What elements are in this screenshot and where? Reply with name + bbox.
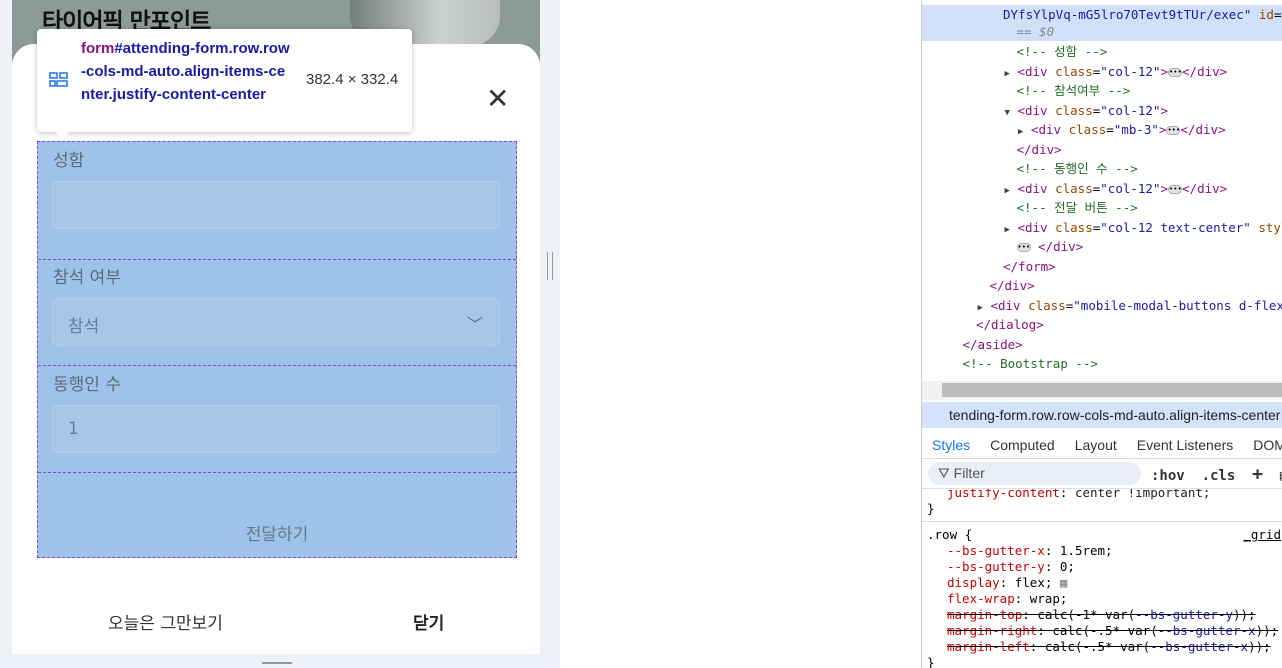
cls-button[interactable]: .cls <box>1202 468 1236 484</box>
bottom-resize-handle[interactable] <box>262 662 292 664</box>
inspect-tooltip: form#attending-form.row.row-cols-md-auto… <box>37 29 412 132</box>
style-source-link[interactable]: _grid <box>1243 527 1281 543</box>
styles-toolbar: :hov .cls + ▤ <box>1151 464 1282 485</box>
expand-toggle-icon[interactable]: ▶ <box>1005 69 1010 79</box>
tooltip-selector: form#attending-form.row.row-cols-md-auto… <box>81 37 293 106</box>
expand-toggle-icon[interactable]: ▶ <box>1005 186 1010 196</box>
resize-handle[interactable] <box>547 252 553 280</box>
filter-placeholder: Filter <box>953 465 985 481</box>
rule-divider <box>922 521 1282 522</box>
styles-pane: justify-content: center !important;} .row… <box>922 488 1282 668</box>
attend-value: 참석 <box>68 317 100 337</box>
chevron-down-icon: ﹀ <box>466 315 483 334</box>
name-input[interactable] <box>52 181 500 229</box>
submit-button[interactable]: 전달하기 <box>38 520 516 545</box>
row-divider <box>38 472 516 473</box>
tooltip-size: 382.4 × 332.4 <box>306 71 399 88</box>
add-rule-icon[interactable]: + <box>1252 464 1263 485</box>
style-declaration[interactable]: } <box>922 655 1282 668</box>
dom-node-line[interactable]: <!-- 참석여부 --> <box>922 81 1282 100</box>
devtools-tab-layout[interactable]: Layout <box>1065 432 1127 458</box>
dom-node-line[interactable]: ▶ <div class="mobile-modal-buttons d-fle… <box>922 296 1282 315</box>
dom-node-line[interactable]: ••• </div> <box>922 237 1282 256</box>
dom-node-line[interactable]: </div> <box>922 140 1282 159</box>
row-divider <box>38 259 516 260</box>
expand-toggle-icon[interactable]: ▶ <box>978 303 983 313</box>
style-declaration[interactable]: } <box>922 501 1282 520</box>
attend-select[interactable]: 참석 ﹀ <box>52 298 500 346</box>
companions-label: 동행인 수 <box>53 375 121 395</box>
devtools-tab-computed[interactable]: Computed <box>980 432 1065 458</box>
dom-node-line[interactable]: </aside> <box>922 335 1282 354</box>
styles-filter-input[interactable]: ⛛ Filter <box>928 462 1141 485</box>
attending-form: 성함 참석 여부 참석 ﹀ 동행인 수 1 전달하기 <box>37 141 517 558</box>
close-icon[interactable]: ✕ <box>486 85 509 113</box>
dom-node-line[interactable]: ▶ <div class="col-12">•••</div> <box>922 62 1282 81</box>
dom-node-line[interactable]: ▶ <div class="mb-3">•••</div> <box>922 120 1282 139</box>
row-divider <box>38 365 516 366</box>
dom-node-line[interactable]: </dialog> <box>922 315 1282 334</box>
dismiss-today-button[interactable]: 오늘은 그만보기 <box>108 609 223 634</box>
hov-button[interactable]: :hov <box>1151 468 1185 484</box>
devtools-panel: DYfsYlpVq-mG5lro70Tevt9tTUr/exec" id="at… <box>921 0 1282 668</box>
expand-toggle-icon[interactable]: ▼ <box>1005 108 1010 118</box>
dom-node-line[interactable]: <!-- 전달 버튼 --> <box>922 198 1282 217</box>
dom-node-line[interactable]: == $0 <box>922 22 1282 41</box>
dom-node-line[interactable]: <!-- Bootstrap --> <box>922 354 1282 373</box>
attend-label: 참석 여부 <box>53 268 121 288</box>
dom-tree: DYfsYlpVq-mG5lro70Tevt9tTUr/exec" id="at… <box>922 0 1282 380</box>
tooltip-tag: form <box>81 40 115 57</box>
breadcrumb[interactable]: tending-form.row.row-cols-md-auto.align-… <box>922 402 1282 428</box>
grid-layout-icon <box>49 72 68 87</box>
dom-node-line[interactable]: <!-- 성함 --> <box>922 42 1282 61</box>
devtools-tabs: StylesComputedLayoutEvent ListenersDOM <box>922 432 1282 459</box>
dom-node-line[interactable]: ▶ <div class="col-12">•••</div> <box>922 179 1282 198</box>
dom-node-line[interactable]: </form> <box>922 257 1282 276</box>
devtools-tab-event-listeners[interactable]: Event Listeners <box>1127 432 1244 458</box>
companions-input[interactable]: 1 <box>52 405 500 453</box>
dom-node-line[interactable]: ▶ <div class="col-12 text-center" style= <box>922 218 1282 237</box>
name-label: 성함 <box>53 151 85 171</box>
dom-node-line[interactable]: <!-- 동행인 수 --> <box>922 159 1282 178</box>
dom-node-line[interactable]: ▼ <div class="col-12"> <box>922 101 1282 120</box>
close-button[interactable]: 닫기 <box>413 609 444 634</box>
devtools-tab-styles[interactable]: Styles <box>922 432 980 458</box>
expand-toggle-icon[interactable]: ▶ <box>1005 225 1010 235</box>
filter-icon: ⛛ <box>938 465 950 481</box>
devtools-tab-dom[interactable]: DOM <box>1243 432 1282 458</box>
expand-toggle-icon[interactable]: ▶ <box>1018 127 1023 137</box>
tooltip-arrow <box>53 130 71 139</box>
dom-node-line[interactable]: </div> <box>922 276 1282 295</box>
horizontal-scrollbar[interactable] <box>922 381 1282 400</box>
